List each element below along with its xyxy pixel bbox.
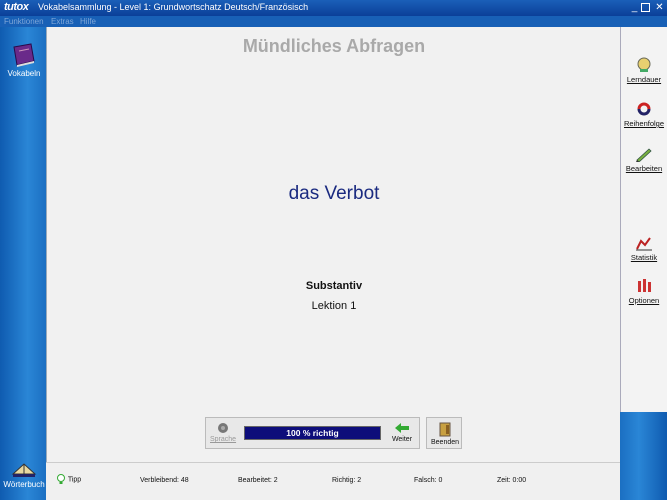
- edit-icon: [636, 148, 652, 162]
- left-sidebar: [0, 27, 46, 500]
- progress-bar: 100 % richtig: [244, 426, 381, 440]
- lightbulb-icon: [57, 474, 65, 484]
- beenden-button[interactable]: Beenden: [429, 422, 461, 446]
- wrong-count: Falsch: 0: [414, 477, 443, 484]
- tipp-button[interactable]: Tipp: [56, 474, 81, 485]
- order-icon: [637, 102, 651, 116]
- lerndauer-label: Lerndauer: [626, 75, 662, 84]
- tool-lerndauer[interactable]: Lerndauer: [621, 57, 667, 84]
- menu-bar: Funktionen Extras Hilfe: [0, 16, 667, 27]
- time-display: Zeit: 0:00: [497, 477, 527, 484]
- close-button[interactable]: ✕: [654, 2, 665, 13]
- right-tool-panel: [620, 27, 667, 412]
- bearbeiten-label: Bearbeiten: [625, 164, 663, 173]
- sprache-label: Sprache: [210, 436, 237, 443]
- statistik-label: Statistik: [630, 253, 658, 262]
- edited-count: Bearbeitet: 2: [238, 477, 278, 484]
- weiter-button[interactable]: Weiter: [388, 422, 416, 443]
- quiz-controls: Sprache 100 % richtig Weiter: [205, 417, 420, 449]
- reihenfolge-label: Reihenfolge: [623, 119, 665, 128]
- optionen-label: Optionen: [628, 296, 660, 305]
- lesson-label: Lektion 1: [311, 300, 357, 312]
- page-title: Mündliches Abfragen: [242, 36, 426, 56]
- speaker-icon: [218, 423, 228, 433]
- sprache-button[interactable]: Sprache: [210, 422, 236, 443]
- menu-funktionen[interactable]: Funktionen: [4, 17, 44, 26]
- tool-bearbeiten[interactable]: Bearbeiten: [621, 146, 667, 173]
- correct-count: Richtig: 2: [332, 477, 362, 484]
- window-title: Vokabelsammlung - Level 1: Grundwortscha…: [38, 2, 309, 12]
- progress-label: 100 % richtig: [286, 428, 339, 438]
- dictionary-icon: [11, 463, 37, 477]
- word-type: Substantiv: [305, 280, 363, 292]
- title-bar: tutox Vokabelsammlung - Level 1: Grundwo…: [0, 0, 667, 16]
- door-icon: [439, 422, 451, 437]
- weiter-label: Weiter: [391, 436, 413, 443]
- clock-icon: [637, 57, 651, 72]
- tool-optionen[interactable]: Optionen: [621, 278, 667, 305]
- remaining-count: Verbleibend: 48: [140, 477, 189, 484]
- tipp-label: Tipp: [67, 476, 82, 484]
- tool-statistik[interactable]: Statistik: [621, 235, 667, 262]
- main-panel: Mündliches Abfragen das Verbot Substanti…: [46, 27, 620, 470]
- vocabulary-word: das Verbot: [288, 183, 380, 204]
- minimize-button[interactable]: _: [629, 2, 640, 13]
- app-logo: tutox: [4, 1, 29, 13]
- woerterbuch-button[interactable]: Wörterbuch: [2, 460, 46, 489]
- woerterbuch-label: Wörterbuch: [3, 480, 45, 489]
- tool-reihenfolge[interactable]: Reihenfolge: [621, 101, 667, 128]
- maximize-button[interactable]: [641, 3, 650, 12]
- menu-extras[interactable]: Extras: [51, 17, 74, 26]
- book-icon: [13, 43, 35, 67]
- arrow-left-icon: [395, 423, 409, 433]
- menu-hilfe[interactable]: Hilfe: [80, 17, 96, 26]
- options-icon: [638, 279, 651, 292]
- status-bar: Tipp Verbleibend: 48 Bearbeitet: 2 Richt…: [46, 462, 620, 500]
- vokabeln-button[interactable]: Vokabeln: [4, 43, 44, 78]
- beenden-label: Beenden: [430, 439, 460, 446]
- beenden-box: Beenden: [426, 417, 462, 449]
- vokabeln-label: Vokabeln: [7, 69, 41, 78]
- chart-icon: [636, 237, 652, 251]
